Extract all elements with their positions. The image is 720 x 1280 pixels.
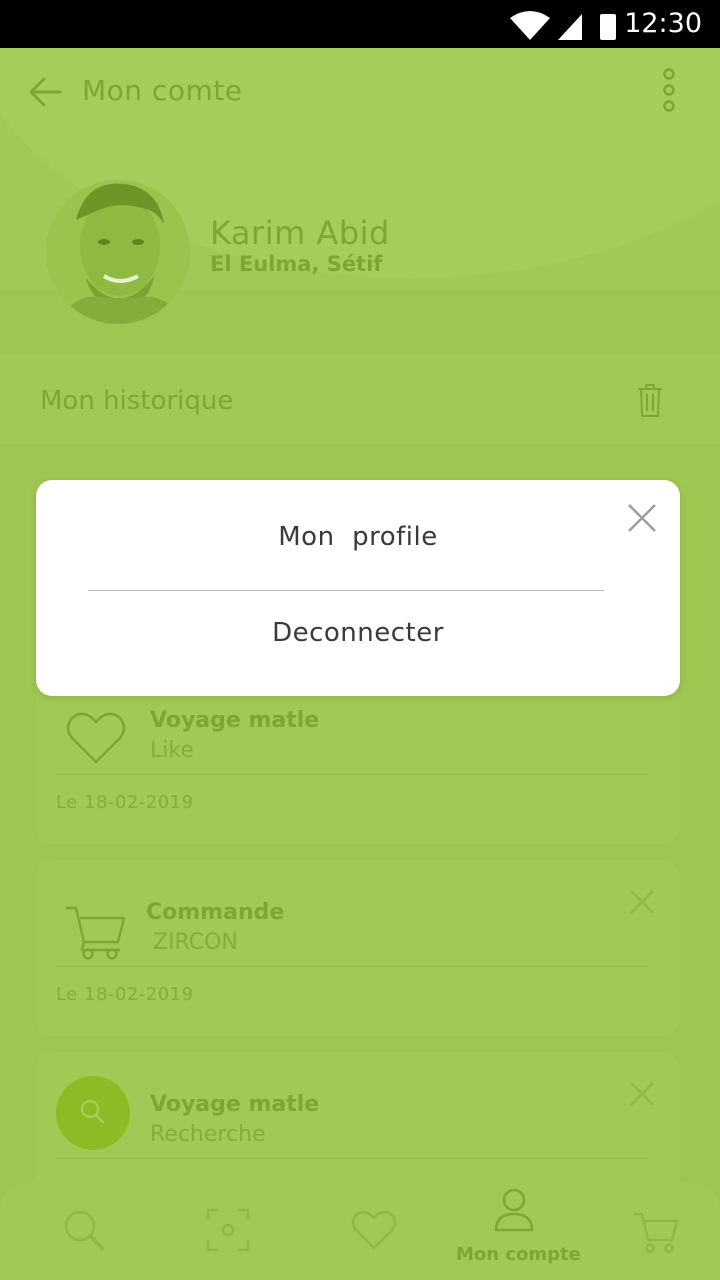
search-icon — [81, 1100, 105, 1124]
status-bar: 12:30 — [0, 0, 720, 48]
more-vert-icon[interactable] — [654, 68, 684, 112]
card-subtitle: ZIRCON — [146, 930, 238, 955]
status-time: 12:30 — [624, 8, 702, 39]
nav-search-icon[interactable] — [60, 1206, 108, 1254]
menu-divider — [88, 590, 604, 591]
bottom-nav: Mon compte — [0, 1182, 720, 1280]
profile-location: El Eulma, Sétif — [210, 252, 383, 276]
profile-name: Karim Abid — [210, 214, 390, 252]
nav-account-icon[interactable] — [490, 1186, 538, 1234]
card-divider — [56, 774, 648, 775]
card-subtitle: Recherche — [150, 1122, 266, 1147]
avatar[interactable] — [46, 180, 190, 324]
heart-icon — [66, 712, 126, 764]
wifi-icon — [510, 11, 550, 40]
status-icons — [510, 11, 616, 40]
cart-icon — [66, 906, 126, 960]
card-date: Le 18-02-2019 — [56, 792, 194, 813]
close-icon[interactable] — [628, 1080, 656, 1108]
nav-scan-icon[interactable] — [204, 1206, 252, 1254]
card-title: Voyage matle — [150, 1092, 320, 1117]
menu-item-logout[interactable]: Deconnecter — [36, 618, 680, 648]
nav-cart-icon[interactable] — [632, 1206, 680, 1254]
history-card[interactable]: Commande ZIRCON Le 18-02-2019 — [36, 860, 680, 1036]
history-title: Mon historique — [40, 386, 234, 416]
history-header: Mon historique — [0, 354, 720, 444]
nav-account-label[interactable]: Mon compte — [456, 1244, 581, 1265]
trash-icon[interactable] — [636, 382, 664, 418]
search-bubble — [56, 1076, 130, 1150]
card-divider — [56, 966, 648, 967]
avatar-portrait-icon — [46, 180, 190, 324]
card-subtitle: Like — [150, 738, 194, 763]
card-title: Voyage matle — [150, 708, 320, 733]
close-icon[interactable] — [628, 888, 656, 916]
account-menu-dialog: Mon profile Deconnecter — [36, 480, 680, 696]
back-arrow-icon[interactable] — [26, 72, 66, 112]
card-date: Le 18-02-2019 — [56, 984, 194, 1005]
signal-icon — [558, 14, 582, 40]
card-divider — [56, 1158, 648, 1159]
menu-item-profile[interactable]: Mon profile — [36, 522, 680, 552]
battery-icon — [600, 14, 616, 40]
page-title: Mon comte — [82, 74, 243, 107]
card-title: Commande — [146, 900, 285, 925]
nav-favorites-icon[interactable] — [350, 1206, 398, 1254]
